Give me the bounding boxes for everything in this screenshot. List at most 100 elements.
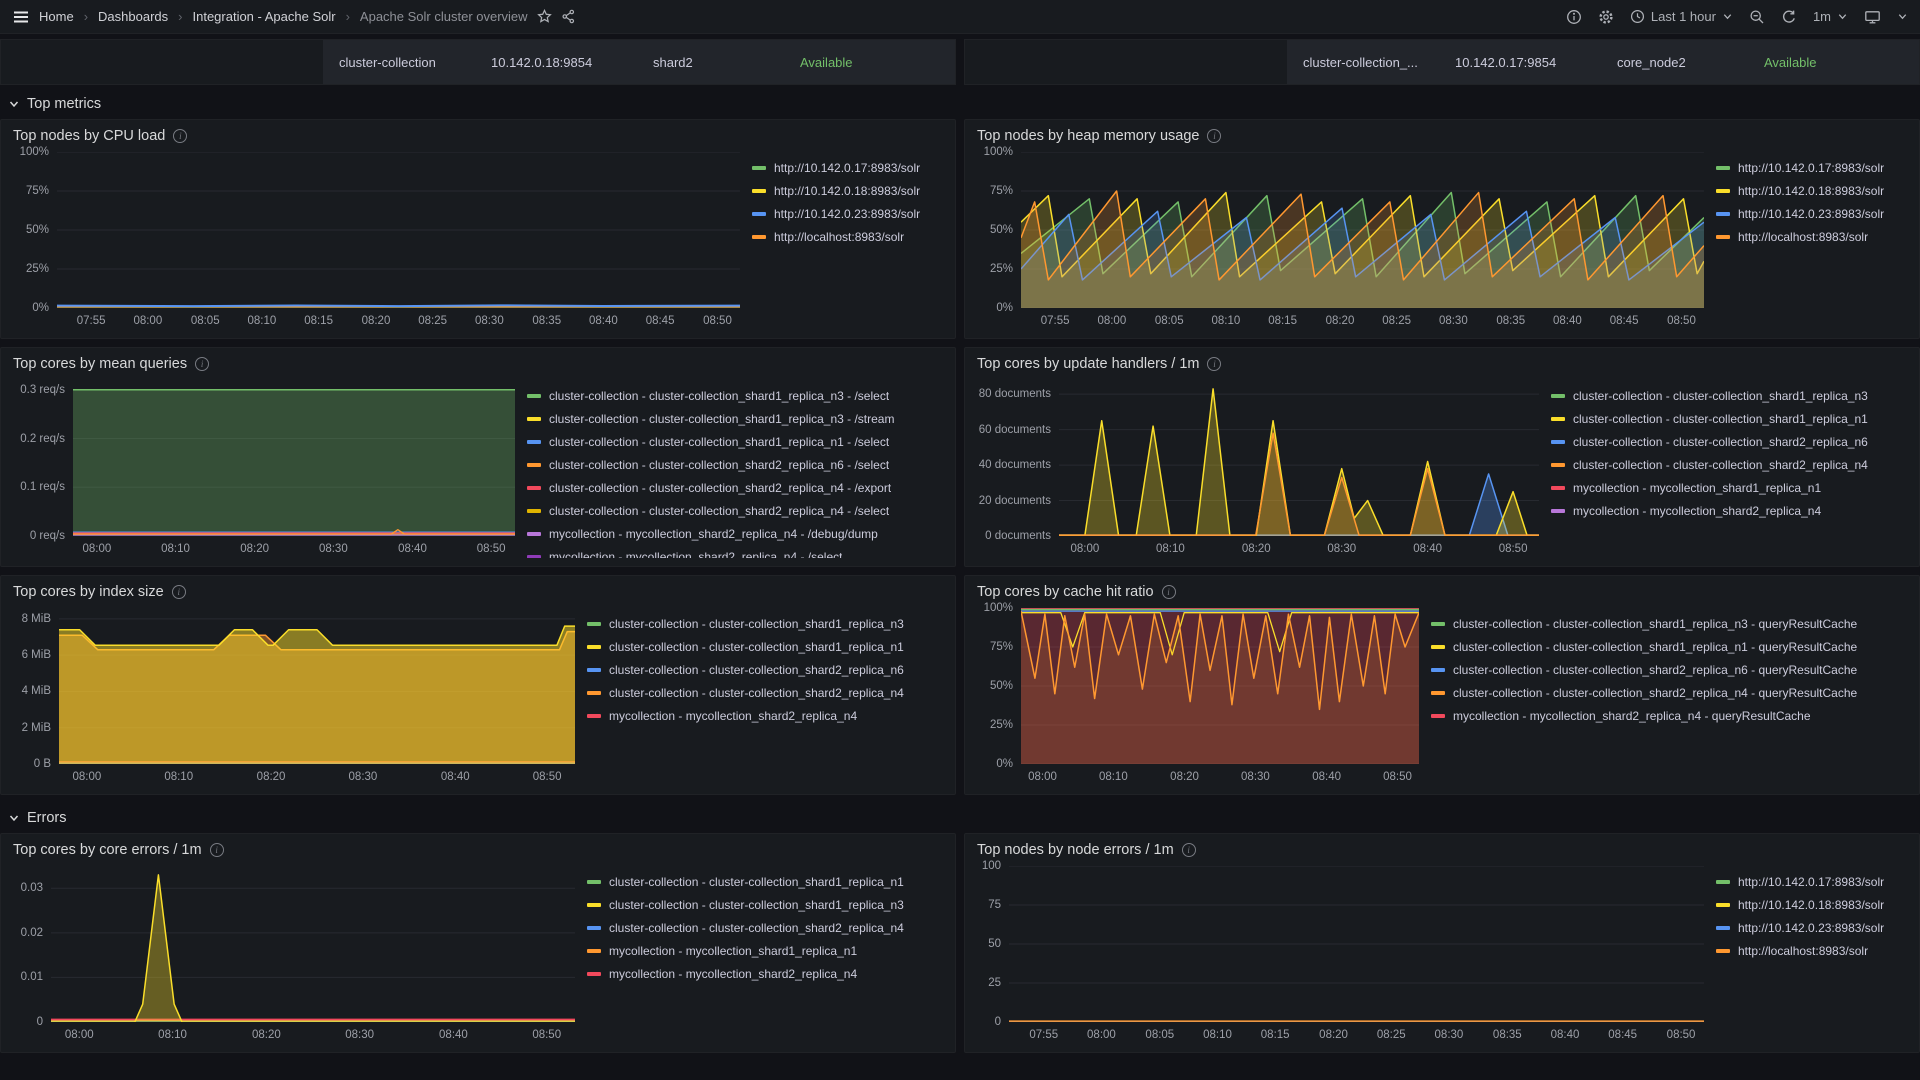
zoom-out-icon[interactable]: [1749, 9, 1765, 25]
section-errors[interactable]: Errors: [0, 803, 1920, 833]
breadcrumb-separator: ›: [178, 9, 182, 24]
update-handlers-chart[interactable]: 0 documents20 documents40 documents60 do…: [975, 380, 1539, 558]
legend-item[interactable]: http://10.142.0.17:8983/solr: [752, 156, 945, 179]
legend-item[interactable]: cluster-collection - cluster-collection_…: [587, 893, 945, 916]
legend-item[interactable]: cluster-collection - cluster-collection_…: [587, 870, 945, 893]
legend-item[interactable]: http://10.142.0.23:8983/solr: [752, 202, 945, 225]
refresh-interval-picker[interactable]: 1m: [1813, 9, 1848, 24]
breadcrumb-dashboards[interactable]: Dashboards: [98, 9, 168, 24]
legend-item[interactable]: cluster-collection - cluster-collection_…: [1431, 658, 1909, 681]
chevron-down-icon[interactable]: [1897, 11, 1908, 22]
legend-item[interactable]: cluster-collection - cluster-collection_…: [527, 453, 945, 476]
settings-gear-icon[interactable]: [1598, 9, 1614, 25]
legend-item[interactable]: cluster-collection - cluster-collection_…: [527, 476, 945, 499]
legend-item[interactable]: cluster-collection - cluster-collection_…: [587, 612, 945, 635]
legend-item[interactable]: cluster-collection - cluster-collection_…: [1551, 430, 1909, 453]
share-icon[interactable]: [561, 9, 576, 24]
legend-item[interactable]: cluster-collection - cluster-collection_…: [587, 658, 945, 681]
legend-item[interactable]: http://10.142.0.18:8983/solr: [752, 179, 945, 202]
legend-item[interactable]: mycollection - mycollection_shard2_repli…: [527, 522, 945, 545]
info-icon[interactable]: [1207, 129, 1221, 143]
legend-swatch: [1551, 509, 1565, 513]
legend-item[interactable]: http://localhost:8983/solr: [1716, 225, 1909, 248]
legend-swatch: [1716, 212, 1730, 216]
breadcrumb-folder[interactable]: Integration - Apache Solr: [192, 9, 335, 24]
plot-area[interactable]: [59, 608, 575, 764]
plot-area[interactable]: [1021, 608, 1419, 764]
legend-label: http://localhost:8983/solr: [1738, 230, 1868, 244]
y-tick-label: 50%: [990, 224, 1013, 236]
legend-item[interactable]: mycollection - mycollection_shard2_repli…: [527, 545, 945, 558]
legend-label: cluster-collection - cluster-collection_…: [549, 458, 889, 472]
legend-item[interactable]: http://10.142.0.23:8983/solr: [1716, 202, 1909, 225]
cpu-load-chart[interactable]: 0%25%50%75%100% 07:5508:0008:0508:1008:1…: [11, 152, 740, 330]
legend-item[interactable]: cluster-collection - cluster-collection_…: [587, 681, 945, 704]
kiosk-monitor-icon[interactable]: [1864, 9, 1881, 25]
legend-item[interactable]: mycollection - mycollection_shard2_repli…: [1431, 704, 1909, 727]
time-range-picker[interactable]: Last 1 hour: [1630, 9, 1733, 24]
breadcrumb-home[interactable]: Home: [39, 9, 74, 24]
plot-area[interactable]: [57, 152, 740, 308]
info-icon[interactable]: [195, 357, 209, 371]
legend-item[interactable]: cluster-collection - cluster-collection_…: [527, 430, 945, 453]
plot-area[interactable]: [1059, 380, 1539, 536]
section-top-metrics[interactable]: Top metrics: [0, 89, 1920, 119]
heap-memory-chart[interactable]: 0%25%50%75%100% 07:5508:0008:0508:1008:1…: [975, 152, 1704, 330]
legend-item[interactable]: cluster-collection - cluster-collection_…: [1551, 384, 1909, 407]
legend-item[interactable]: cluster-collection - cluster-collection_…: [527, 384, 945, 407]
legend-item[interactable]: http://localhost:8983/solr: [752, 225, 945, 248]
legend-item[interactable]: mycollection - mycollection_shard2_repli…: [1551, 499, 1909, 522]
info-icon[interactable]: [1207, 357, 1221, 371]
cache-hit-ratio-chart[interactable]: 0%25%50%75%100% 08:0008:1008:2008:3008:4…: [975, 608, 1419, 786]
legend-item[interactable]: cluster-collection - cluster-collection_…: [1551, 453, 1909, 476]
legend-item[interactable]: mycollection - mycollection_shard1_repli…: [1551, 476, 1909, 499]
plot-area[interactable]: [1021, 152, 1704, 308]
node-errors-chart[interactable]: 0255075100 07:5508:0008:0508:1008:1508:2…: [975, 866, 1704, 1044]
x-tick-label: 08:10: [1156, 543, 1185, 555]
table-row[interactable]: cluster-collection_... 10.142.0.17:9854 …: [1287, 40, 1919, 84]
legend-item[interactable]: http://10.142.0.23:8983/solr: [1716, 916, 1909, 939]
plot-area[interactable]: [1009, 866, 1704, 1022]
legend-item[interactable]: http://10.142.0.18:8983/solr: [1716, 893, 1909, 916]
table-row[interactable]: cluster-collection 10.142.0.18:9854 shar…: [323, 40, 955, 84]
legend-item[interactable]: mycollection - mycollection_shard1_repli…: [587, 939, 945, 962]
legend-item[interactable]: mycollection - mycollection_shard2_repli…: [587, 704, 945, 727]
update-handlers-legend: cluster-collection - cluster-collection_…: [1539, 380, 1909, 558]
legend-item[interactable]: cluster-collection - cluster-collection_…: [587, 916, 945, 939]
index-size-chart[interactable]: 0 B2 MiB4 MiB6 MiB8 MiB 08:0008:1008:200…: [11, 608, 575, 786]
legend-item[interactable]: mycollection - mycollection_shard2_repli…: [587, 962, 945, 985]
refresh-icon[interactable]: [1781, 9, 1797, 25]
core-errors-chart[interactable]: 00.010.020.03 08:0008:1008:2008:3008:400…: [11, 866, 575, 1044]
legend-item[interactable]: http://10.142.0.17:8983/solr: [1716, 870, 1909, 893]
legend-item[interactable]: cluster-collection - cluster-collection_…: [527, 499, 945, 522]
legend-swatch: [752, 235, 766, 239]
info-icon[interactable]: [210, 843, 224, 857]
plot-area[interactable]: [73, 380, 515, 536]
info-icon[interactable]: [173, 129, 187, 143]
mean-queries-chart[interactable]: 0 req/s0.1 req/s0.2 req/s0.3 req/s 08:00…: [11, 380, 515, 558]
legend-item[interactable]: cluster-collection - cluster-collection_…: [1431, 681, 1909, 704]
y-tick-label: 0.03: [21, 882, 43, 894]
y-tick-label: 50%: [26, 224, 49, 236]
legend-item[interactable]: cluster-collection - cluster-collection_…: [587, 635, 945, 658]
legend-item[interactable]: cluster-collection - cluster-collection_…: [1431, 635, 1909, 658]
y-tick-label: 20 documents: [979, 495, 1051, 507]
legend-label: mycollection - mycollection_shard1_repli…: [1573, 481, 1821, 495]
menu-icon[interactable]: [12, 8, 30, 26]
plot-area[interactable]: [51, 866, 575, 1022]
legend-item[interactable]: http://localhost:8983/solr: [1716, 939, 1909, 962]
info-icon[interactable]: [172, 585, 186, 599]
x-tick-label: 08:10: [161, 543, 190, 555]
legend-item[interactable]: http://10.142.0.18:8983/solr: [1716, 179, 1909, 202]
legend-swatch: [587, 668, 601, 672]
legend-item[interactable]: http://10.142.0.17:8983/solr: [1716, 156, 1909, 179]
legend-item[interactable]: cluster-collection - cluster-collection_…: [1431, 612, 1909, 635]
dashboard-insights-icon[interactable]: [1566, 9, 1582, 25]
star-icon[interactable]: [537, 9, 552, 24]
info-icon[interactable]: [1162, 585, 1176, 599]
info-icon[interactable]: [1182, 843, 1196, 857]
legend-swatch: [527, 440, 541, 444]
legend-item[interactable]: cluster-collection - cluster-collection_…: [527, 407, 945, 430]
legend-item[interactable]: cluster-collection - cluster-collection_…: [1551, 407, 1909, 430]
legend-label: cluster-collection - cluster-collection_…: [609, 617, 904, 631]
